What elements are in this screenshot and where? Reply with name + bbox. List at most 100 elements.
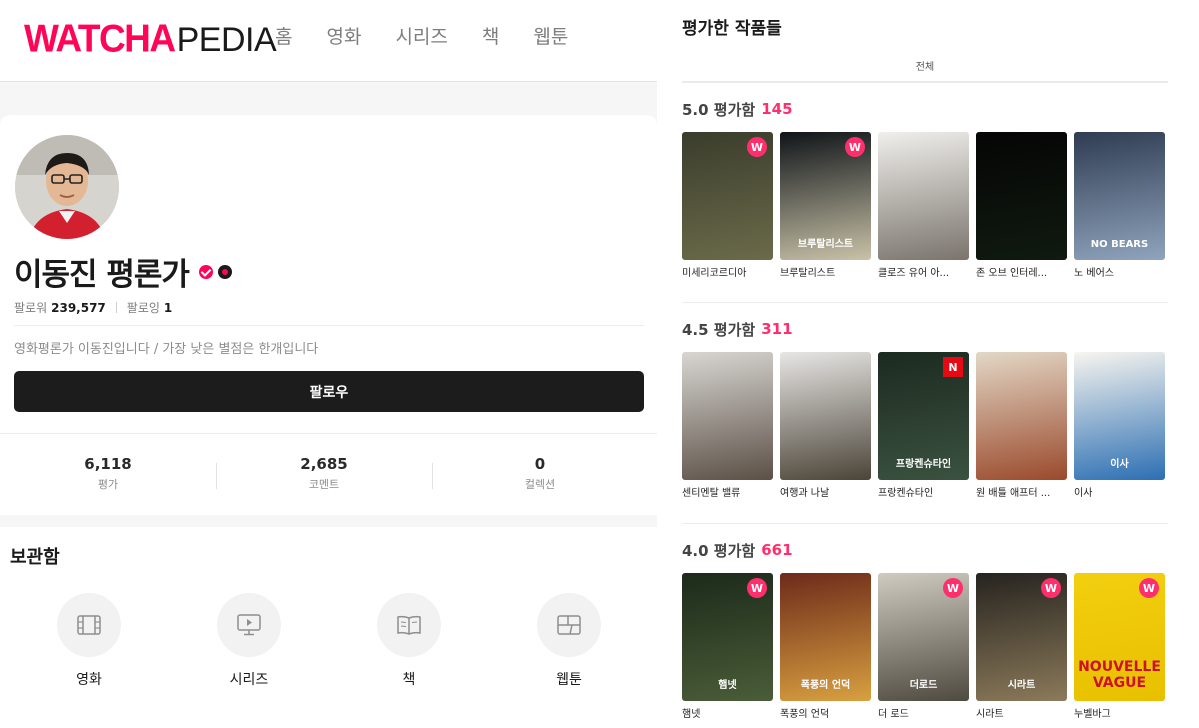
movie-poster: 햄넷 W xyxy=(682,573,773,701)
nav-webtoon[interactable]: 웹툰 xyxy=(533,22,568,52)
storage-books[interactable]: 책 xyxy=(329,593,489,689)
storage-webtoon[interactable]: 웹툰 xyxy=(489,593,649,689)
movie-poster: 이사 xyxy=(1074,352,1165,480)
section-header[interactable]: 4.0 평가함 661 xyxy=(682,538,1168,562)
section-count: 145 xyxy=(761,100,793,118)
storage-movies[interactable]: 영화 xyxy=(9,593,169,689)
storage-label: 책 xyxy=(402,672,416,688)
poster-title-art: 더로드 xyxy=(909,680,938,691)
stat-label: 컬렉션 xyxy=(524,478,556,491)
movie-card[interactable]: 프랑켄슈타인 N 프랑켄슈타인 xyxy=(878,352,969,499)
movie-card[interactable]: NOUVELLE VAGUE W 누벨바그 xyxy=(1074,573,1165,720)
movie-card[interactable]: W 미세리코르디아 xyxy=(682,132,773,279)
section-count: 661 xyxy=(761,541,793,559)
tab-all[interactable]: 전체 xyxy=(682,58,1168,73)
movie-title: 원 배틀 애프터 ... xyxy=(976,488,1051,499)
stat-ratings[interactable]: 6,118 평가 xyxy=(0,455,216,492)
storage-label: 웹툰 xyxy=(556,672,582,688)
watcha-badge-icon: W xyxy=(1041,578,1061,598)
movie-title: 시라트 xyxy=(976,709,1004,720)
stat-value: 6,118 xyxy=(84,455,132,473)
movie-poster: NOUVELLE VAGUE W xyxy=(1074,573,1165,701)
storage-circle xyxy=(377,593,441,657)
divider xyxy=(115,302,117,313)
section-label: 4.5 평가함 xyxy=(682,320,756,339)
following-count: 1 xyxy=(163,301,173,315)
movie-card[interactable]: 폭풍의 언덕 폭풍의 언덕 xyxy=(780,573,871,720)
poster-title-art: 폭풍의 언덕 xyxy=(800,680,851,691)
section-label: 5.0 평가함 xyxy=(682,100,756,119)
movie-card[interactable]: 원 배틀 애프터 ... xyxy=(976,352,1067,499)
stat-collections[interactable]: 0 컬렉션 xyxy=(432,455,648,492)
stat-label: 코멘트 xyxy=(308,478,340,491)
movie-poster: W xyxy=(682,132,773,260)
movie-title: 브루탈리스트 xyxy=(780,268,836,279)
poster-row: 센티멘탈 밸류 여행과 나날 프랑켄슈타인 N 프랑켄슈타인원 배틀 애프터 ... 이사… xyxy=(682,352,1172,499)
section-rating-4-5: 4.5 평가함 311 센티멘탈 밸류 여행과 나날 프랑켄슈타인 N 프랑켄슈타인원 배틀… xyxy=(682,317,1168,499)
profile-bio: 영화평론가 이동진입니다 / 가장 낮은 별점은 한개입니다 xyxy=(14,342,319,357)
nav-movies[interactable]: 영화 xyxy=(326,22,361,52)
movie-title: 센티멘탈 밸류 xyxy=(682,488,741,499)
main-nav: 홈 영화 시리즈 책 웹툰 xyxy=(250,22,585,52)
webtoon-icon xyxy=(557,615,581,635)
divider xyxy=(14,325,644,326)
movie-poster: 폭풍의 언덕 xyxy=(780,573,871,701)
film-icon xyxy=(77,615,101,635)
rated-works-panel: 평가한 작품들 전체 5.0 평가함 145 W 미세리코르디아 브루탈리스트 W 브루탈리… xyxy=(667,0,1199,728)
movie-card[interactable]: 센티멘탈 밸류 xyxy=(682,352,773,499)
movie-card[interactable]: 시라트 W 시라트 xyxy=(976,573,1067,720)
stat-value: 0 xyxy=(534,455,546,473)
top-header: WATCHA PEDIA 홈 영화 시리즈 책 웹툰 xyxy=(0,0,657,82)
follow-button[interactable]: 팔로우 xyxy=(14,371,644,412)
movie-poster xyxy=(878,132,969,260)
movie-title: 노 베어스 xyxy=(1074,268,1114,279)
section-count: 311 xyxy=(761,320,793,338)
section-header[interactable]: 4.5 평가함 311 xyxy=(682,317,1168,341)
section-rating-5-0: 5.0 평가함 145 W 미세리코르디아 브루탈리스트 W 브루탈리스트클로즈 유어 아.… xyxy=(682,97,1168,279)
logo-main: WATCHA xyxy=(24,16,176,60)
movie-title: 미세리코르디아 xyxy=(682,268,747,279)
section-rating-4-0: 4.0 평가함 661 햄넷 W 햄넷 폭풍의 언덕 폭풍의 언덕 더로드 W 더 로드 시라트 W 시… xyxy=(682,538,1168,720)
verified-badge-icon xyxy=(198,264,213,279)
poster-title-art: 프랑켄슈타인 xyxy=(895,459,952,470)
section-header[interactable]: 5.0 평가함 145 xyxy=(682,97,1168,121)
movie-title: 여행과 나날 xyxy=(780,488,830,499)
storage-title: 보관함 xyxy=(10,547,60,568)
stat-comments[interactable]: 2,685 코멘트 xyxy=(216,455,432,492)
storage-label: 시리즈 xyxy=(229,672,269,688)
movie-card[interactable]: 클로즈 유어 아... xyxy=(878,132,969,279)
movie-card[interactable]: 이사 이사 xyxy=(1074,352,1165,499)
nav-books[interactable]: 책 xyxy=(482,22,499,52)
movie-card[interactable]: 더로드 W 더 로드 xyxy=(878,573,969,720)
movie-poster: 프랑켄슈타인 N xyxy=(878,352,969,480)
storage-section: 보관함 영화 시리즈 책 웹툰 xyxy=(0,527,657,728)
movie-title: 폭풍의 언덕 xyxy=(780,709,830,720)
movie-card[interactable]: 존 오브 인터레... xyxy=(976,132,1067,279)
nav-series[interactable]: 시리즈 xyxy=(395,22,447,52)
following-link[interactable]: 팔로잉 1 xyxy=(127,299,172,316)
followers-link[interactable]: 팔로워 239,577 xyxy=(14,299,106,316)
divider xyxy=(682,302,1168,303)
movie-card[interactable]: 여행과 나날 xyxy=(780,352,871,499)
movie-title: 이사 xyxy=(1074,488,1093,499)
storage-circle xyxy=(57,593,121,657)
poster-title-art: 햄넷 xyxy=(718,680,737,691)
movie-card[interactable]: 브루탈리스트 W 브루탈리스트 xyxy=(780,132,871,279)
avatar-image xyxy=(15,135,119,239)
poster-title-art: NO BEARS xyxy=(1090,239,1149,250)
avatar xyxy=(15,135,119,239)
followers-count: 239,577 xyxy=(51,301,106,315)
netflix-badge-icon: N xyxy=(943,357,963,377)
follow-stats: 팔로워 239,577 팔로잉 1 xyxy=(14,299,172,316)
watcha-pedia-logo[interactable]: WATCHA PEDIA xyxy=(24,16,277,60)
movie-card[interactable]: 햄넷 W 햄넷 xyxy=(682,573,773,720)
nav-home[interactable]: 홈 xyxy=(275,22,292,52)
movie-title: 존 오브 인터레... xyxy=(976,268,1048,279)
poster-title-art: 이사 xyxy=(1110,459,1129,470)
profile-name: 이동진 평론가 xyxy=(14,257,190,293)
divider xyxy=(682,523,1168,524)
storage-series[interactable]: 시리즈 xyxy=(169,593,329,689)
profile-stats: 6,118 평가 2,685 코멘트 0 컬렉션 xyxy=(0,455,657,492)
movie-card[interactable]: NO BEARS 노 베어스 xyxy=(1074,132,1165,279)
movie-title: 클로즈 유어 아... xyxy=(878,268,950,279)
